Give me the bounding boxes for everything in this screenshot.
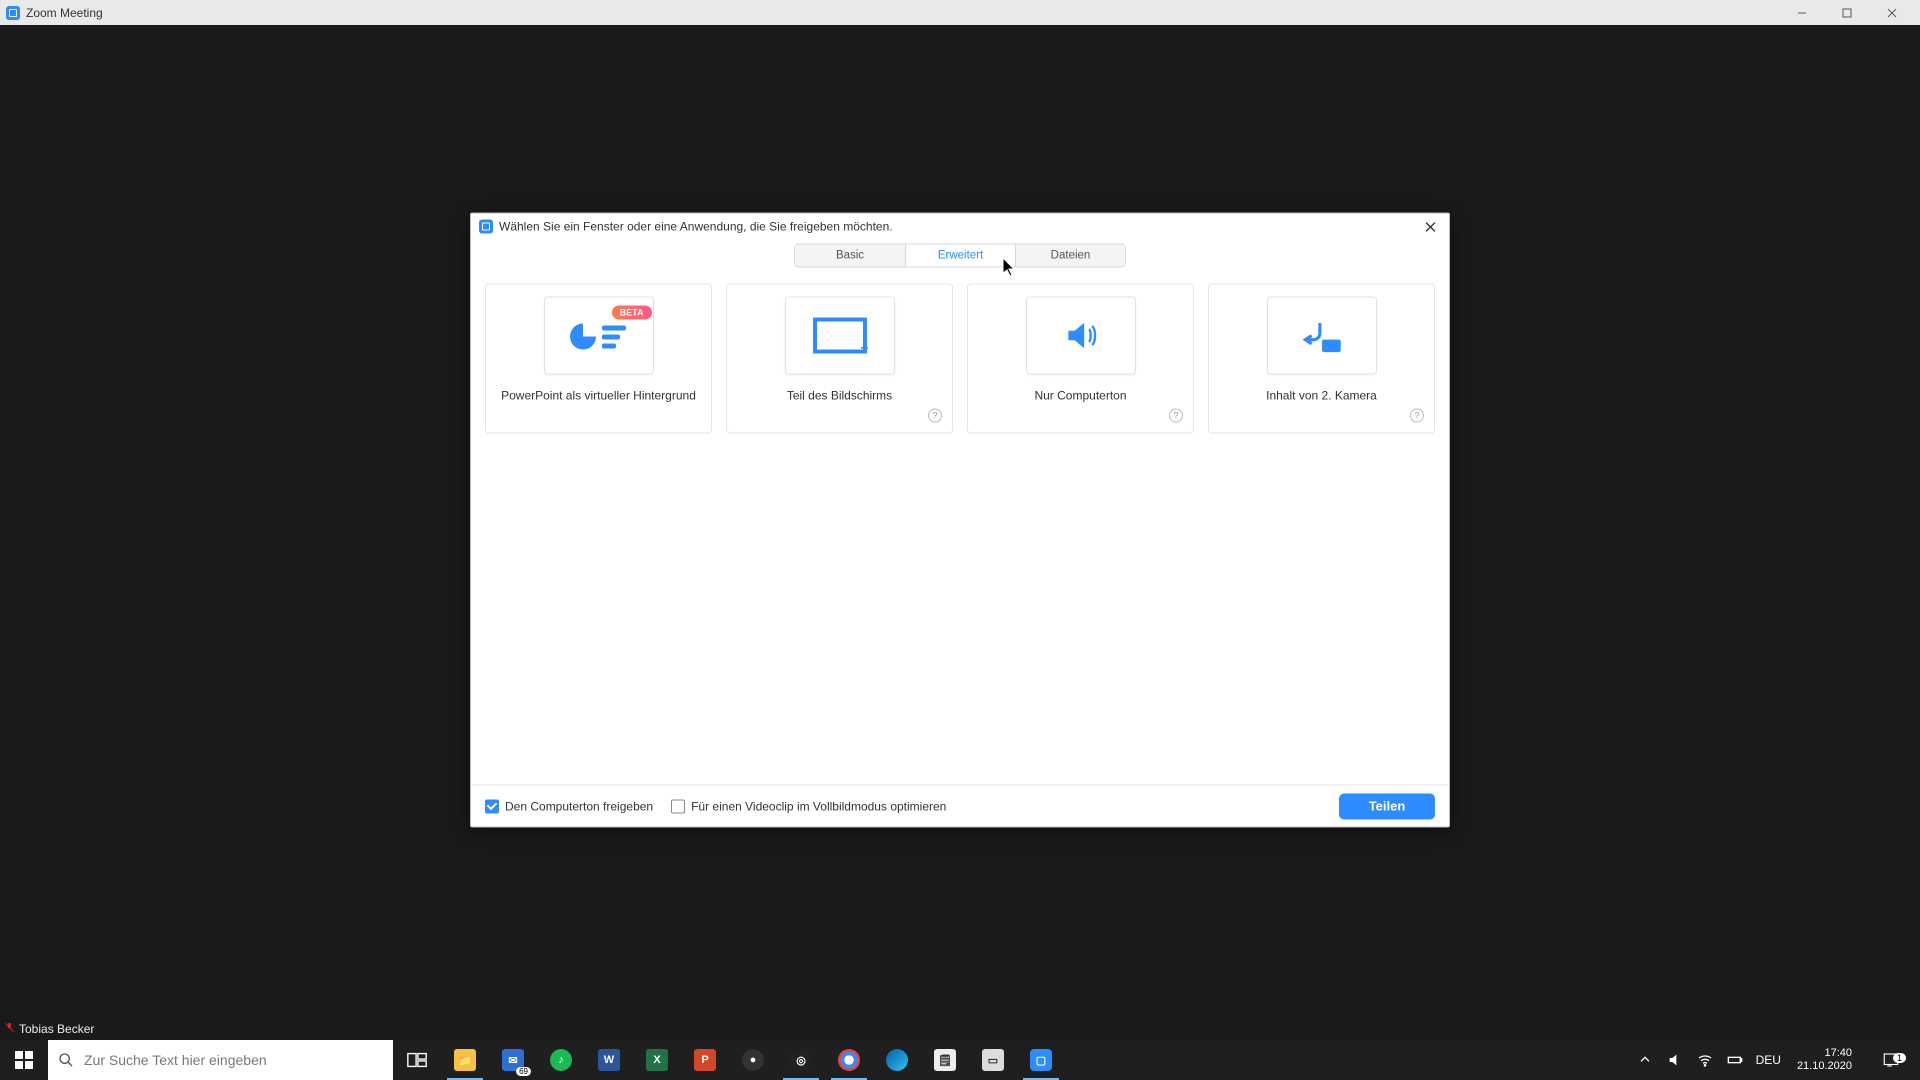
taskbar-file-explorer[interactable]: 📁: [441, 1040, 489, 1080]
tray-clock[interactable]: 17:40 21.10.2020: [1793, 1047, 1856, 1073]
taskbar-mail[interactable]: ✉ 69: [489, 1040, 537, 1080]
taskbar-powerpoint[interactable]: P: [681, 1040, 729, 1080]
tray-language-indicator[interactable]: DEU: [1756, 1053, 1781, 1067]
dialog-title: Wählen Sie ein Fenster oder eine Anwendu…: [499, 220, 1419, 234]
option-label: Nur Computerton: [1034, 389, 1126, 403]
option-label: Teil des Bildschirms: [787, 389, 892, 403]
zoom-meeting-window: Zoom Meeting Tobias Becker Wählen Sie ei…: [0, 0, 1920, 1040]
zoom-titlebar: Zoom Meeting: [0, 0, 1920, 25]
checkbox-label: Den Computerton freigeben: [505, 799, 653, 813]
tray-notification-count: 1: [1893, 1053, 1906, 1063]
taskbar-obs[interactable]: ◎: [777, 1040, 825, 1080]
dialog-tabs: Basic Erweitert Dateien: [471, 240, 1449, 278]
info-icon[interactable]: ?: [928, 409, 942, 423]
option-second-camera[interactable]: Inhalt von 2. Kamera ?: [1208, 284, 1435, 434]
window-minimize-button[interactable]: [1779, 0, 1824, 25]
tray-overflow-button[interactable]: [1636, 1051, 1654, 1069]
option-computer-audio[interactable]: Nur Computerton ?: [967, 284, 1194, 434]
dialog-body: BETA PowerPoint als virtueller Hintergru…: [471, 278, 1449, 785]
taskbar-chrome[interactable]: [825, 1040, 873, 1080]
share-screen-dialog: Wählen Sie ein Fenster oder eine Anwendu…: [470, 213, 1450, 828]
zoom-dialog-icon: [479, 220, 493, 234]
tray-battery-icon[interactable]: [1726, 1051, 1744, 1069]
zoom-app-icon: [6, 6, 20, 20]
search-icon: [58, 1052, 74, 1068]
speaker-icon: [1026, 297, 1136, 375]
second-camera-icon: [1267, 297, 1377, 375]
powerpoint-bg-icon: BETA: [544, 297, 654, 375]
tray-time: 17:40: [1797, 1047, 1852, 1060]
tab-basic[interactable]: Basic: [795, 245, 905, 267]
taskbar-excel[interactable]: X: [633, 1040, 681, 1080]
taskbar-search-input[interactable]: Zur Suche Text hier eingeben: [48, 1040, 393, 1080]
search-placeholder: Zur Suche Text hier eingeben: [84, 1052, 267, 1068]
beta-badge: BETA: [612, 306, 652, 320]
info-icon[interactable]: ?: [1169, 409, 1183, 423]
option-screen-portion[interactable]: + Teil des Bildschirms ?: [726, 284, 953, 434]
tab-files[interactable]: Dateien: [1015, 245, 1125, 267]
window-title: Zoom Meeting: [26, 6, 103, 20]
checkbox-label: Für einen Videoclip im Vollbildmodus opt…: [691, 799, 946, 813]
participant-name-text: Tobias Becker: [19, 1022, 94, 1036]
dialog-close-button[interactable]: [1419, 216, 1441, 238]
option-label: PowerPoint als virtueller Hintergrund: [501, 389, 696, 403]
taskbar-app-generic-2[interactable]: ▭: [969, 1040, 1017, 1080]
checkbox-share-computer-audio[interactable]: Den Computerton freigeben: [485, 799, 653, 813]
mail-unread-badge: 69: [516, 1067, 531, 1076]
taskbar-zoom[interactable]: ▢: [1017, 1040, 1065, 1080]
window-maximize-button[interactable]: [1824, 0, 1869, 25]
tray-date: 21.10.2020: [1797, 1060, 1852, 1073]
taskbar-app-generic-1[interactable]: ●: [729, 1040, 777, 1080]
taskbar-edge[interactable]: [873, 1040, 921, 1080]
start-button[interactable]: [0, 1040, 48, 1080]
taskbar-pinned-apps: 📁 ✉ 69 ♪ W X P ● ◎ 🗒 ▭ ▢: [393, 1040, 1065, 1080]
tray-volume-icon[interactable]: [1666, 1051, 1684, 1069]
task-view-button[interactable]: [393, 1040, 441, 1080]
option-label: Inhalt von 2. Kamera: [1266, 389, 1377, 403]
taskbar-notepad[interactable]: 🗒: [921, 1040, 969, 1080]
window-close-button[interactable]: [1869, 0, 1914, 25]
system-tray: DEU 17:40 21.10.2020 1: [1630, 1040, 1920, 1080]
dialog-titlebar: Wählen Sie ein Fenster oder eine Anwendu…: [471, 214, 1449, 240]
mic-muted-icon: [4, 1022, 15, 1036]
screen-portion-icon: +: [785, 297, 895, 375]
share-button[interactable]: Teilen: [1339, 793, 1435, 819]
tray-wifi-icon[interactable]: [1696, 1051, 1714, 1069]
dialog-footer: Den Computerton freigeben Für einen Vide…: [471, 785, 1449, 827]
windows-taskbar: Zur Suche Text hier eingeben 📁 ✉ 69 ♪ W …: [0, 1040, 1920, 1080]
tray-notifications-button[interactable]: 1: [1868, 1051, 1914, 1069]
info-icon[interactable]: ?: [1410, 409, 1424, 423]
tab-advanced[interactable]: Erweitert: [905, 245, 1015, 267]
option-powerpoint-background[interactable]: BETA PowerPoint als virtueller Hintergru…: [485, 284, 712, 434]
checkbox-optimize-video[interactable]: Für einen Videoclip im Vollbildmodus opt…: [671, 799, 946, 813]
taskbar-spotify[interactable]: ♪: [537, 1040, 585, 1080]
taskbar-word[interactable]: W: [585, 1040, 633, 1080]
participant-name-tag: Tobias Becker: [4, 1022, 94, 1036]
windows-logo-icon: [15, 1051, 33, 1069]
